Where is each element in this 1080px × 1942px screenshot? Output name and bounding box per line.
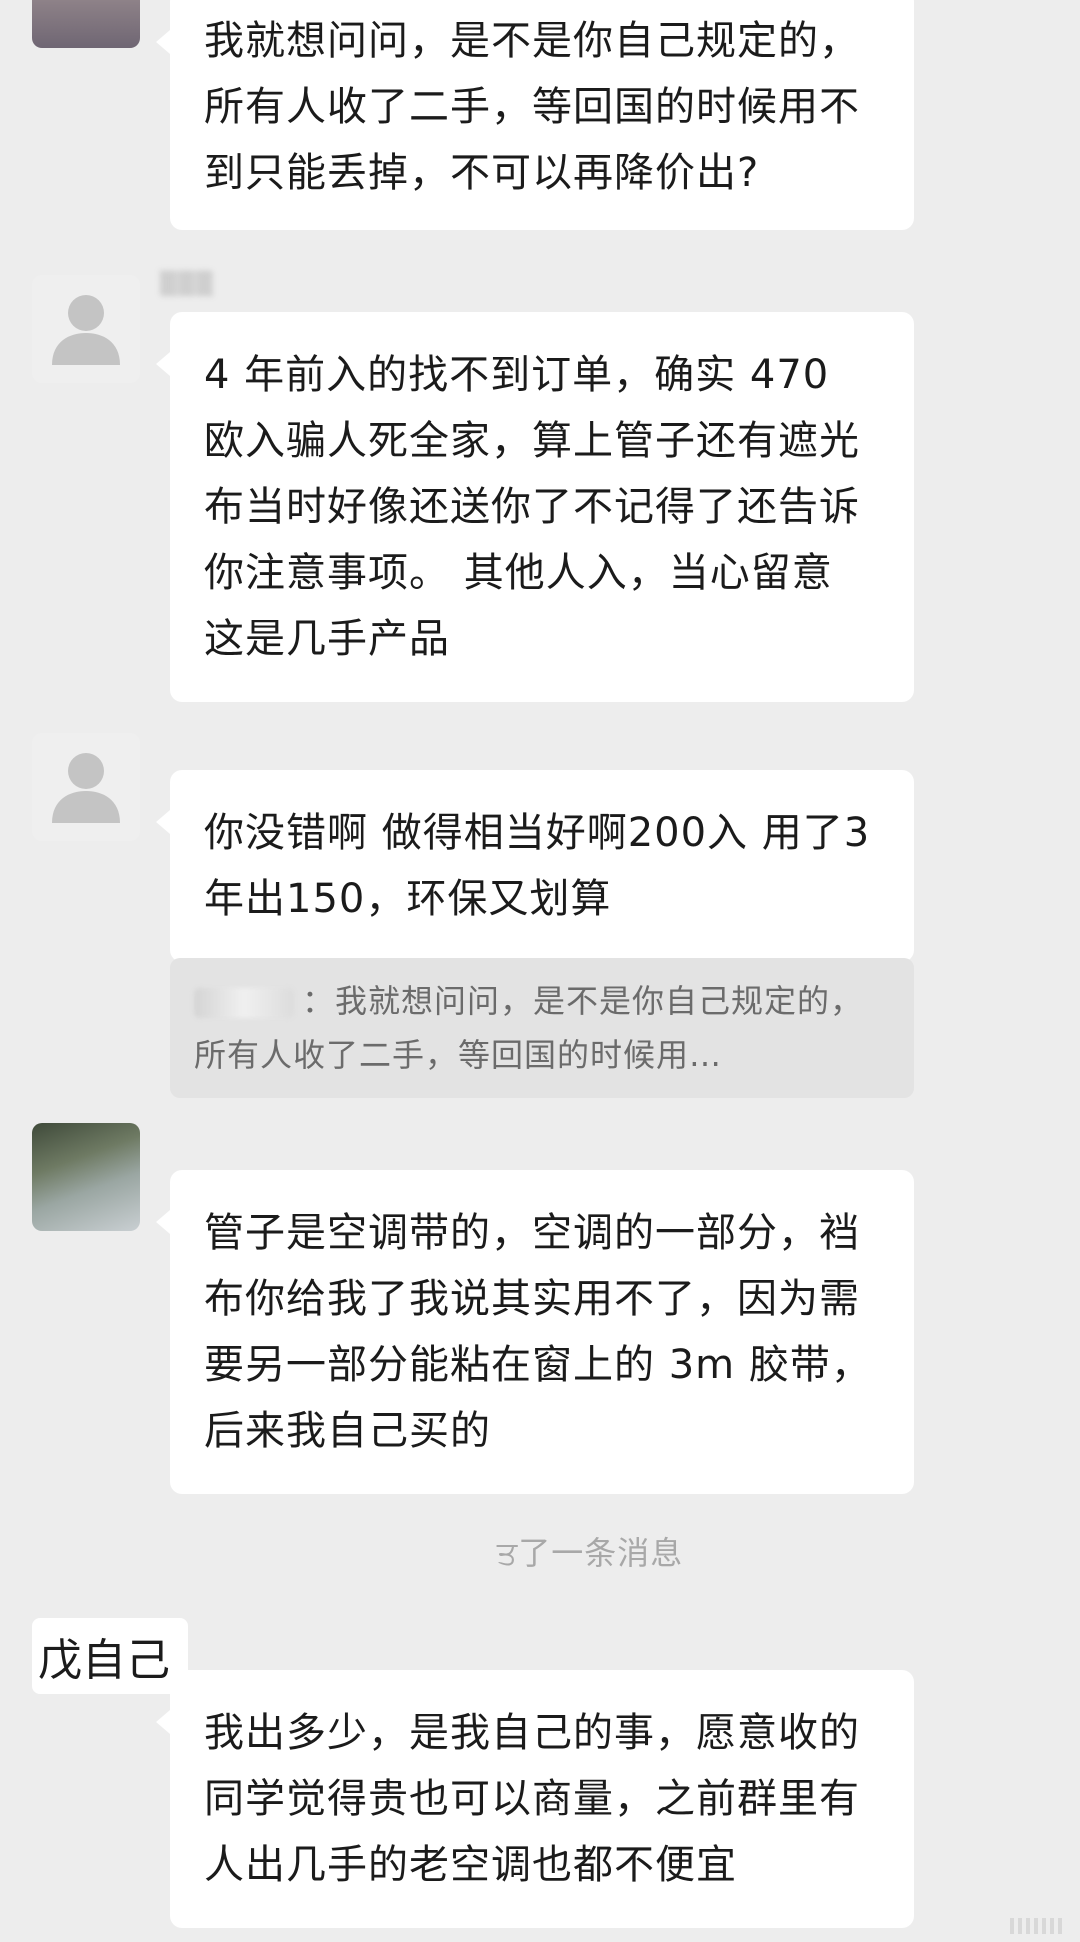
system-notice: ਤ了一条消息 — [496, 1534, 684, 1572]
message-bubble[interactable]: 4 年前入的找不到订单，确实 470 欧入骗人死全家，算上管子还有遮光布当时好像… — [156, 312, 914, 702]
watermark — [1010, 1918, 1066, 1934]
sender-name: 戊自己 — [32, 1618, 188, 1694]
avatar[interactable] — [32, 0, 140, 48]
quoted-message[interactable]: ：我就想问问，是不是你自己规定的，所有人收了二手，等回国的时候用… — [170, 958, 914, 1098]
avatar[interactable] — [32, 733, 140, 841]
avatar[interactable] — [32, 1123, 140, 1231]
avatar[interactable] — [32, 275, 140, 383]
message-bubble[interactable]: 我出多少，是我自己的事，愿意收的同学觉得贵也可以商量，之前群里有人出几手的老空调… — [156, 1670, 914, 1928]
sender-name: ▒▒▒ — [160, 272, 214, 297]
message-bubble[interactable]: 我就想问问，是不是你自己规定的，所有人收了二手，等回国的时候用不到只能丢掉，不可… — [156, 0, 914, 230]
person-silhouette-icon — [32, 275, 140, 383]
message-bubble[interactable]: 管子是空调带的，空调的一部分，裆布你给我了我说其实用不了，因为需要另一部分能粘在… — [156, 1170, 914, 1494]
person-silhouette-icon — [32, 733, 140, 841]
chat-history[interactable]: 我就想问问，是不是你自己规定的，所有人收了二手，等回国的时候用不到只能丢掉，不可… — [0, 0, 1080, 1942]
quoted-text: ：我就想问问，是不是你自己规定的，所有人收了二手，等回国的时候用… — [194, 982, 864, 1074]
message-bubble[interactable]: 你没错啊 做得相当好啊200入 用了3年出150，环保又划算 — [156, 770, 914, 962]
quoted-sender — [194, 988, 294, 1018]
